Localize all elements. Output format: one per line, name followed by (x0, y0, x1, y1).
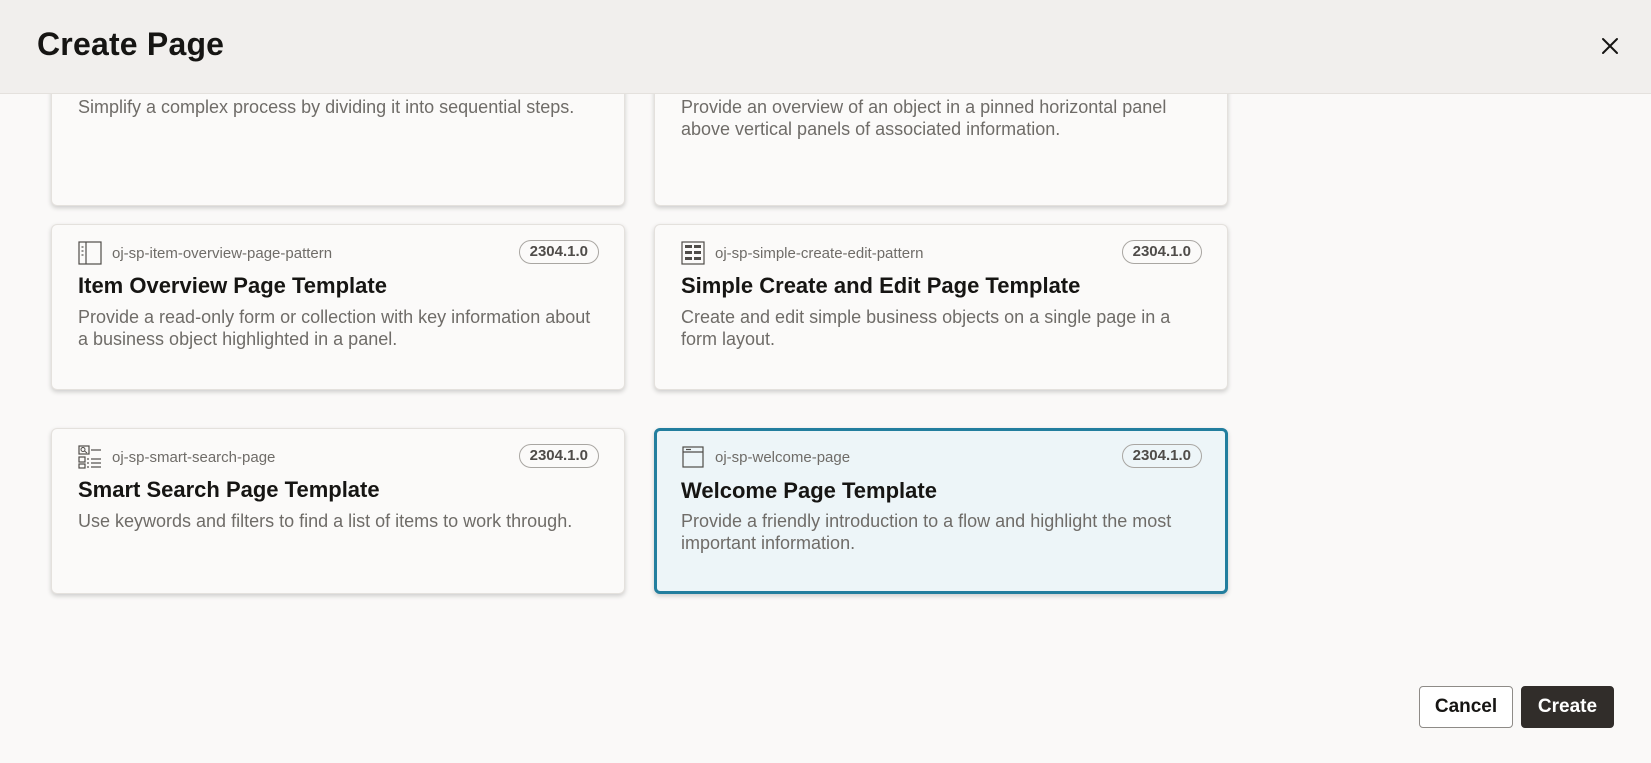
dialog-title: Create Page (37, 26, 225, 62)
version-badge: 2304.1.0 (1121, 240, 1202, 264)
template-description: Provide a read-only form or collection w… (78, 307, 591, 349)
template-slug: oj-sp-welcome-page (715, 449, 851, 466)
create-page-dialog: Create Page Simplify a complex process b… (0, 0, 1651, 763)
welcome-page-icon (682, 446, 704, 468)
dialog-header: Create Page (0, 0, 1651, 94)
template-description: Use keywords and filters to find a list … (78, 511, 573, 531)
simple-create-edit-icon (681, 241, 705, 265)
template-card-smart-search[interactable]: oj-sp-smart-search-page 2304.1.0 Smart S… (51, 428, 625, 594)
template-description: Create and edit simple business objects … (681, 307, 1171, 349)
template-slug: oj-sp-item-overview-page-pattern (112, 245, 333, 262)
close-button[interactable] (1594, 30, 1626, 62)
template-card-item-overview[interactable]: oj-sp-item-overview-page-pattern 2304.1.… (51, 224, 625, 390)
template-description: Simplify a complex process by dividing i… (78, 97, 575, 117)
cancel-button[interactable]: Cancel (1419, 686, 1513, 728)
version-badge: 2304.1.0 (518, 444, 599, 468)
create-button[interactable]: Create (1521, 686, 1614, 728)
template-list: Simplify a complex process by dividing i… (0, 94, 1651, 654)
template-title: Item Overview Page Template (78, 273, 387, 298)
template-card-partial-right[interactable]: Provide an overview of an object in a pi… (654, 94, 1228, 206)
smart-search-icon (78, 445, 101, 469)
template-title: Simple Create and Edit Page Template (681, 273, 1081, 298)
template-description: Provide an overview of an object in a pi… (681, 97, 1167, 139)
template-card-simple-create-edit[interactable]: oj-sp-simple-create-edit-pattern 2304.1.… (654, 224, 1228, 390)
template-title: Smart Search Page Template (78, 477, 380, 502)
version-badge: 2304.1.0 (518, 240, 599, 264)
template-slug: oj-sp-simple-create-edit-pattern (715, 245, 924, 262)
template-slug: oj-sp-smart-search-page (112, 449, 276, 466)
close-icon (1602, 38, 1618, 54)
template-card-welcome-page[interactable]: oj-sp-welcome-page 2304.1.0 Welcome Page… (654, 428, 1228, 594)
template-description: Provide a friendly introduction to a flo… (681, 511, 1172, 553)
item-overview-icon (78, 241, 102, 265)
template-title: Welcome Page Template (681, 478, 937, 503)
version-badge: 2304.1.0 (1121, 444, 1202, 468)
template-card-partial-left[interactable]: Simplify a complex process by dividing i… (51, 94, 625, 206)
